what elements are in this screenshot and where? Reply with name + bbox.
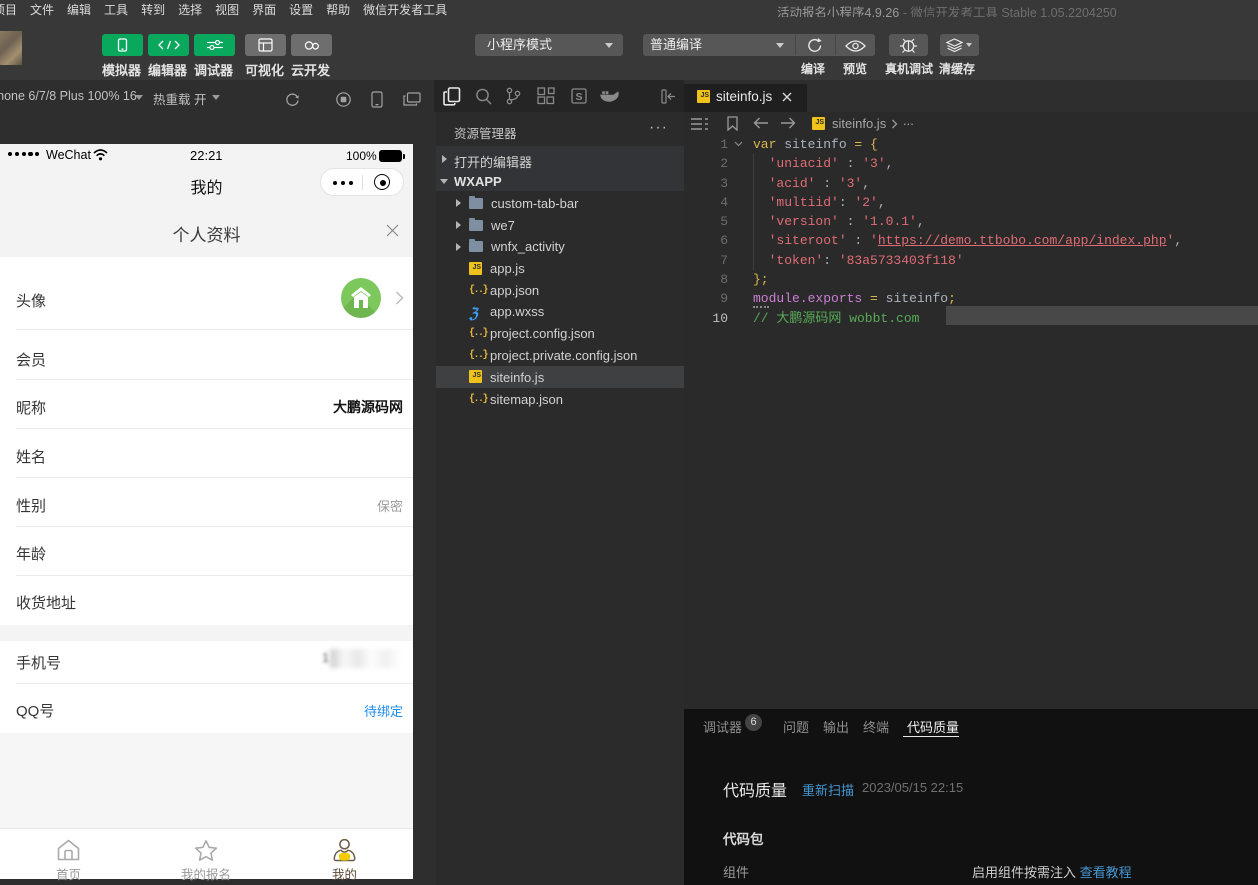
- svg-text:S: S: [575, 91, 582, 103]
